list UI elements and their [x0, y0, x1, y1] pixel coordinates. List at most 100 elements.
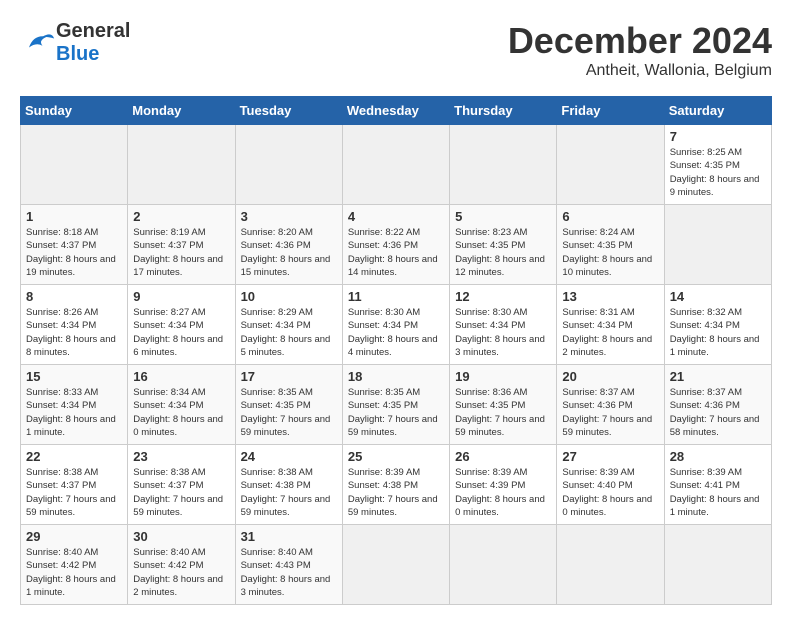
calendar-cell: 6Sunrise: 8:24 AMSunset: 4:35 PMDaylight…: [557, 205, 664, 285]
day-info: Sunrise: 8:25 AMSunset: 4:35 PMDaylight:…: [670, 146, 766, 199]
day-number: 7: [670, 129, 766, 144]
day-number: 9: [133, 289, 229, 304]
calendar-cell: 9 Sunrise: 8:27 AMSunset: 4:34 PMDaylight…: [128, 285, 235, 365]
calendar-cell: 21Sunrise: 8:37 AMSunset: 4:36 PMDayligh…: [664, 365, 771, 445]
day-info: Sunrise: 8:30 AMSunset: 4:34 PMDaylight:…: [455, 306, 551, 359]
day-of-week-header: Thursday: [450, 97, 557, 125]
day-of-week-header: Friday: [557, 97, 664, 125]
title-block: December 2024 Antheit, Wallonia, Belgium: [508, 20, 772, 80]
day-info: Sunrise: 8:29 AMSunset: 4:34 PMDaylight:…: [241, 306, 337, 359]
calendar-cell: 3Sunrise: 8:20 AMSunset: 4:36 PMDaylight…: [235, 205, 342, 285]
day-number: 28: [670, 449, 766, 464]
calendar-table: SundayMondayTuesdayWednesdayThursdayFrid…: [20, 96, 772, 605]
day-info: Sunrise: 8:27 AMSunset: 4:34 PMDaylight:…: [133, 306, 229, 359]
day-number: 15: [26, 369, 122, 384]
day-number: 1: [26, 209, 122, 224]
day-number: 17: [241, 369, 337, 384]
day-number: 11: [348, 289, 444, 304]
day-number: 4: [348, 209, 444, 224]
day-of-week-header: Tuesday: [235, 97, 342, 125]
week-row: 29Sunrise: 8:40 AMSunset: 4:42 PMDayligh…: [21, 525, 772, 605]
calendar-cell: 31Sunrise: 8:40 AMSunset: 4:43 PMDayligh…: [235, 525, 342, 605]
calendar-cell: 14Sunrise: 8:32 AMSunset: 4:34 PMDayligh…: [664, 285, 771, 365]
calendar-cell: 8Sunrise: 8:26 AMSunset: 4:34 PMDaylight…: [21, 285, 128, 365]
calendar-cell: 1 Sunrise: 8:18 AMSunset: 4:37 PMDaylight…: [21, 205, 128, 285]
day-info: Sunrise: 8:23 AMSunset: 4:35 PMDaylight:…: [455, 226, 551, 279]
day-number: 10: [241, 289, 337, 304]
day-info: Sunrise: 8:39 AMSunset: 4:41 PMDaylight:…: [670, 466, 766, 519]
week-row: 8Sunrise: 8:26 AMSunset: 4:34 PMDaylight…: [21, 285, 772, 365]
calendar-cell: [342, 125, 449, 205]
calendar-cell: 23 Sunrise: 8:38 AMSunset: 4:37 PMDayligh…: [128, 445, 235, 525]
day-info: Sunrise: 8:37 AMSunset: 4:36 PMDaylight:…: [562, 386, 658, 439]
calendar-cell: 26Sunrise: 8:39 AMSunset: 4:39 PMDayligh…: [450, 445, 557, 525]
logo: General Blue: [20, 20, 130, 66]
day-info: Sunrise: 8:35 AMSunset: 4:35 PMDaylight:…: [348, 386, 444, 439]
calendar-cell: 17 Sunrise: 8:35 AMSunset: 4:35 PMDayligh…: [235, 365, 342, 445]
day-info: Sunrise: 8:40 AMSunset: 4:43 PMDaylight:…: [241, 546, 337, 599]
calendar-cell: 19 Sunrise: 8:36 AMSunset: 4:35 PMDayligh…: [450, 365, 557, 445]
week-row: 22 Sunrise: 8:38 AMSunset: 4:37 PMDayligh…: [21, 445, 772, 525]
calendar-cell: 18 Sunrise: 8:35 AMSunset: 4:35 PMDayligh…: [342, 365, 449, 445]
calendar-cell: 7 Sunrise: 8:25 AMSunset: 4:35 PMDaylight…: [664, 125, 771, 205]
day-info: Sunrise: 8:39 AMSunset: 4:40 PMDaylight:…: [562, 466, 658, 519]
day-info: Sunrise: 8:30 AMSunset: 4:34 PMDaylight:…: [348, 306, 444, 359]
calendar-cell: 11 Sunrise: 8:30 AMSunset: 4:34 PMDayligh…: [342, 285, 449, 365]
day-number: 13: [562, 289, 658, 304]
day-info: Sunrise: 8:37 AMSunset: 4:36 PMDaylight:…: [670, 386, 766, 439]
calendar-cell: 15Sunrise: 8:33 AMSunset: 4:34 PMDayligh…: [21, 365, 128, 445]
day-number: 19: [455, 369, 551, 384]
calendar-cell: [557, 125, 664, 205]
week-row: 1 Sunrise: 8:18 AMSunset: 4:37 PMDaylight…: [21, 205, 772, 285]
calendar-cell: 10 Sunrise: 8:29 AMSunset: 4:34 PMDayligh…: [235, 285, 342, 365]
calendar-cell: [557, 525, 664, 605]
calendar-cell: 28 Sunrise: 8:39 AMSunset: 4:41 PMDayligh…: [664, 445, 771, 525]
day-info: Sunrise: 8:34 AMSunset: 4:34 PMDaylight:…: [133, 386, 229, 439]
calendar-cell: 12Sunrise: 8:30 AMSunset: 4:34 PMDayligh…: [450, 285, 557, 365]
day-number: 26: [455, 449, 551, 464]
calendar-cell: 29Sunrise: 8:40 AMSunset: 4:42 PMDayligh…: [21, 525, 128, 605]
day-number: 22: [26, 449, 122, 464]
calendar-cell: [450, 525, 557, 605]
day-info: Sunrise: 8:35 AMSunset: 4:35 PMDaylight:…: [241, 386, 337, 439]
day-number: 20: [562, 369, 658, 384]
day-number: 24: [241, 449, 337, 464]
day-number: 5: [455, 209, 551, 224]
calendar-cell: 27Sunrise: 8:39 AMSunset: 4:40 PMDayligh…: [557, 445, 664, 525]
calendar-subtitle: Antheit, Wallonia, Belgium: [508, 62, 772, 80]
day-info: Sunrise: 8:40 AMSunset: 4:42 PMDaylight:…: [26, 546, 122, 599]
day-info: Sunrise: 8:32 AMSunset: 4:34 PMDaylight:…: [670, 306, 766, 359]
calendar-cell: 20 Sunrise: 8:37 AMSunset: 4:36 PMDayligh…: [557, 365, 664, 445]
logo-blue: Blue: [56, 43, 99, 65]
week-row: 15Sunrise: 8:33 AMSunset: 4:34 PMDayligh…: [21, 365, 772, 445]
day-number: 18: [348, 369, 444, 384]
day-info: Sunrise: 8:19 AMSunset: 4:37 PMDaylight:…: [133, 226, 229, 279]
day-of-week-header: Monday: [128, 97, 235, 125]
calendar-title: December 2024: [508, 20, 772, 62]
day-info: Sunrise: 8:38 AMSunset: 4:37 PMDaylight:…: [133, 466, 229, 519]
day-number: 16: [133, 369, 229, 384]
day-info: Sunrise: 8:26 AMSunset: 4:34 PMDaylight:…: [26, 306, 122, 359]
day-info: Sunrise: 8:20 AMSunset: 4:36 PMDaylight:…: [241, 226, 337, 279]
logo-general: General: [56, 20, 130, 42]
calendar-cell: 25Sunrise: 8:39 AMSunset: 4:38 PMDayligh…: [342, 445, 449, 525]
day-number: 2: [133, 209, 229, 224]
day-of-week-header: Saturday: [664, 97, 771, 125]
calendar-cell: [664, 525, 771, 605]
calendar-cell: [664, 205, 771, 285]
day-number: 23: [133, 449, 229, 464]
day-info: Sunrise: 8:18 AMSunset: 4:37 PMDaylight:…: [26, 226, 122, 279]
day-info: Sunrise: 8:36 AMSunset: 4:35 PMDaylight:…: [455, 386, 551, 439]
calendar-cell: [342, 525, 449, 605]
day-of-week-header: Sunday: [21, 97, 128, 125]
calendar-cell: 4Sunrise: 8:22 AMSunset: 4:36 PMDaylight…: [342, 205, 449, 285]
day-of-week-header: Wednesday: [342, 97, 449, 125]
bird-icon: [20, 29, 56, 57]
calendar-cell: [450, 125, 557, 205]
calendar-header-row: SundayMondayTuesdayWednesdayThursdayFrid…: [21, 97, 772, 125]
calendar-cell: [21, 125, 128, 205]
calendar-cell: [235, 125, 342, 205]
day-number: 6: [562, 209, 658, 224]
calendar-cell: 24Sunrise: 8:38 AMSunset: 4:38 PMDayligh…: [235, 445, 342, 525]
day-info: Sunrise: 8:39 AMSunset: 4:38 PMDaylight:…: [348, 466, 444, 519]
